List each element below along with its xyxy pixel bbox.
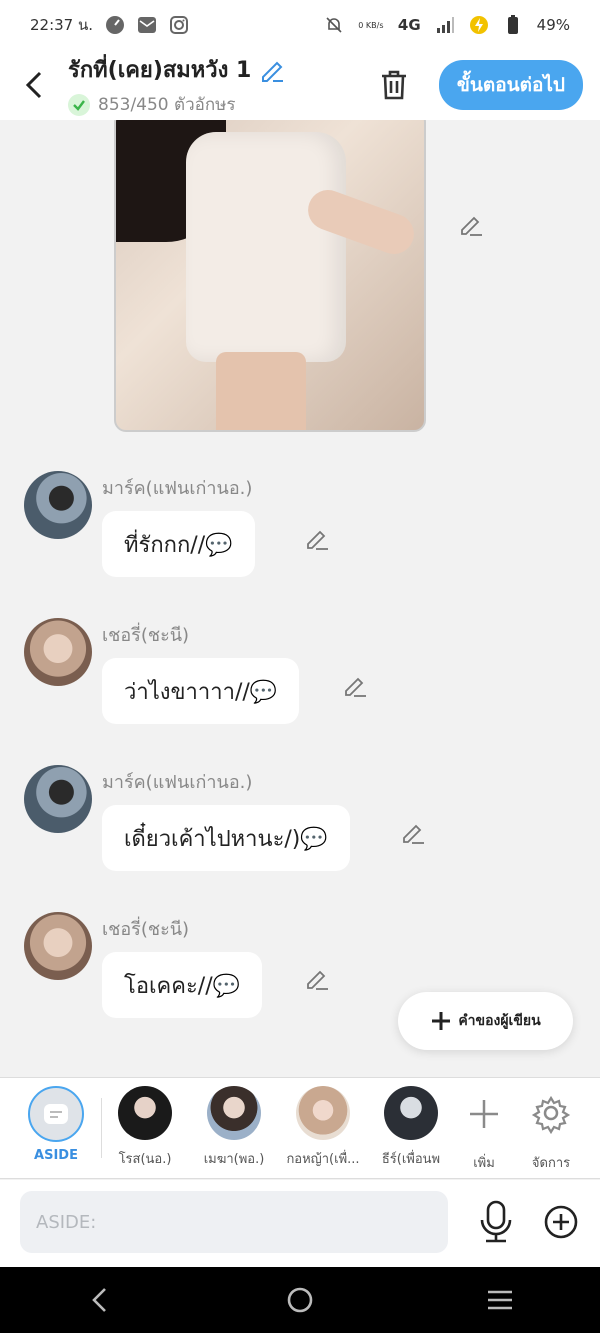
character-label: ASIDE xyxy=(34,1148,78,1163)
header: รักที่(เคย)สมหวัง 1 853/450 ตัวอักษร ขั้… xyxy=(0,50,600,120)
author-note-button[interactable]: คำของผู้เขียน xyxy=(398,992,573,1050)
sender-name: มาร์ค(แฟนเก่านอ.) xyxy=(102,772,253,793)
character-label: กอหญ้า(เพื่... xyxy=(286,1152,360,1167)
network-type: 4G xyxy=(397,16,421,34)
message-bubble[interactable]: ว่าไงขาาาา//💬 xyxy=(102,658,300,724)
input-bar xyxy=(0,1180,600,1267)
microphone-icon[interactable] xyxy=(476,1200,516,1244)
chat-area[interactable]: มาร์ค(แฟนเก่านอ.) ที่รักกก//💬 เชอรี่(ชะน… xyxy=(0,120,600,1077)
speedometer-icon xyxy=(106,16,125,34)
edit-message-icon[interactable] xyxy=(304,526,330,552)
back-button[interactable] xyxy=(0,50,68,120)
nav-home-icon[interactable] xyxy=(285,1285,315,1315)
character-item[interactable]: โรส(นอ.) xyxy=(105,1086,185,1169)
character-label: โรส(นอ.) xyxy=(118,1152,172,1167)
plus-icon xyxy=(470,1100,498,1128)
status-bar: 22:37 น. 0 KB/s 4G 49% xyxy=(0,0,600,50)
chat-image[interactable] xyxy=(114,120,426,432)
instagram-icon xyxy=(170,16,189,34)
mute-bell-icon xyxy=(326,17,342,33)
mail-icon xyxy=(138,17,157,33)
delete-button[interactable] xyxy=(369,60,419,110)
message-bubble[interactable]: ที่รักกก//💬 xyxy=(102,511,255,577)
manage-characters-button[interactable]: จัดการ xyxy=(511,1086,591,1173)
avatar xyxy=(118,1086,172,1140)
system-nav-bar xyxy=(0,1267,600,1333)
plus-icon xyxy=(432,1012,451,1030)
trash-icon xyxy=(381,70,406,100)
message-input[interactable] xyxy=(20,1191,448,1253)
edit-message-icon[interactable] xyxy=(400,820,426,846)
check-icon xyxy=(68,93,90,116)
character-count: 853/450 ตัวอักษร xyxy=(98,95,236,115)
author-note-label: คำของผู้เขียน xyxy=(458,1013,541,1029)
sender-name: มาร์ค(แฟนเก่านอ.) xyxy=(102,478,253,499)
next-step-button[interactable]: ขั้นตอนต่อไป xyxy=(438,60,583,110)
battery-level: 49% xyxy=(536,16,570,34)
battery-saver-icon xyxy=(469,16,488,34)
network-speed: 0 KB/s xyxy=(358,20,384,30)
character-item[interactable]: กอหญ้า(เพื่... xyxy=(283,1086,363,1169)
divider xyxy=(101,1098,102,1158)
character-item[interactable]: เมฆา(พอ.) xyxy=(194,1086,274,1169)
avatar xyxy=(384,1086,438,1140)
message-icon xyxy=(44,1104,68,1124)
edit-message-icon[interactable] xyxy=(342,673,368,699)
status-time: 22:37 น. xyxy=(30,16,94,34)
sender-name: เชอรี่(ชะนี) xyxy=(102,919,190,940)
character-label: ธีร์(เพื่อนพ xyxy=(381,1152,441,1167)
character-label: เมฆา(พอ.) xyxy=(203,1152,265,1167)
avatar xyxy=(207,1086,261,1140)
add-circle-icon[interactable] xyxy=(543,1204,579,1240)
avatar[interactable] xyxy=(24,765,92,833)
nav-menu-icon[interactable] xyxy=(485,1285,515,1315)
message-bubble[interactable]: โอเคคะ//💬 xyxy=(102,952,263,1018)
character-item[interactable]: ธีร์(เพื่อนพ xyxy=(371,1086,451,1169)
message-bubble[interactable]: เดี๋ยวเค้าไปหานะ/)💬 xyxy=(102,805,350,871)
sender-name: เชอรี่(ชะนี) xyxy=(102,625,190,646)
battery-icon xyxy=(507,15,518,34)
edit-image-icon[interactable] xyxy=(458,212,484,238)
manage-label: จัดการ xyxy=(531,1156,571,1171)
chevron-left-icon xyxy=(25,71,42,99)
gear-icon xyxy=(531,1095,571,1135)
edit-message-icon[interactable] xyxy=(304,966,330,992)
avatar[interactable] xyxy=(24,912,92,980)
nav-back-icon[interactable] xyxy=(85,1285,115,1315)
story-title: รักที่(เคย)สมหวัง 1 xyxy=(68,58,252,83)
avatar[interactable] xyxy=(24,618,92,686)
signal-icon xyxy=(436,17,454,33)
character-bar: ASIDE โรส(นอ.) เมฆา(พอ.) กอหญ้า(เพื่... … xyxy=(0,1077,600,1179)
edit-title-icon[interactable] xyxy=(259,57,285,83)
character-aside[interactable]: ASIDE xyxy=(16,1086,96,1163)
aside-avatar xyxy=(28,1086,84,1142)
avatar[interactable] xyxy=(24,471,92,539)
avatar xyxy=(296,1086,350,1140)
